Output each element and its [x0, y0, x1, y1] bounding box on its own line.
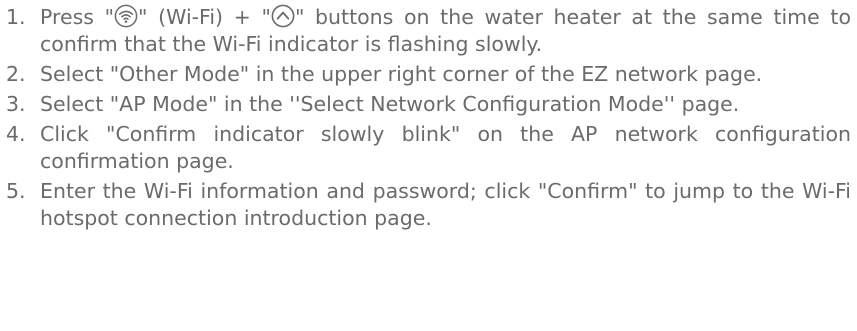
- step-number: 2.: [6, 62, 26, 86]
- step-text: Enter the Wi-Fi information and password…: [40, 179, 851, 230]
- step-number: 5.: [6, 179, 26, 203]
- chevron-up-circle-icon: [271, 4, 295, 28]
- step-text-part: " (Wi-Fi) + ": [138, 5, 271, 29]
- step-number: 3.: [6, 92, 26, 116]
- step-text: Click "Confirm indicator slowly blink" o…: [40, 122, 851, 173]
- step-text-part: Press ": [40, 5, 115, 29]
- step-text: Select "Other Mode" in the upper right c…: [40, 62, 763, 86]
- instruction-document: 1. Press " " (Wi-Fi) + " " buttons on th…: [0, 0, 857, 331]
- step-5: 5. Enter the Wi-Fi information and passw…: [6, 178, 851, 232]
- step-number: 1.: [6, 5, 26, 29]
- step-text: Press " " (Wi-Fi) + " " buttons on the w…: [40, 4, 851, 58]
- step-3: 3. Select "AP Mode" in the ''Select Netw…: [6, 91, 851, 118]
- steps-list: 1. Press " " (Wi-Fi) + " " buttons on th…: [6, 4, 851, 232]
- wifi-icon: [114, 4, 138, 28]
- step-text: Select "AP Mode" in the ''Select Network…: [40, 92, 740, 116]
- step-4: 4. Click "Confirm indicator slowly blink…: [6, 121, 851, 175]
- step-1: 1. Press " " (Wi-Fi) + " " buttons on th…: [6, 4, 851, 58]
- step-2: 2. Select "Other Mode" in the upper righ…: [6, 61, 851, 88]
- step-number: 4.: [6, 122, 26, 146]
